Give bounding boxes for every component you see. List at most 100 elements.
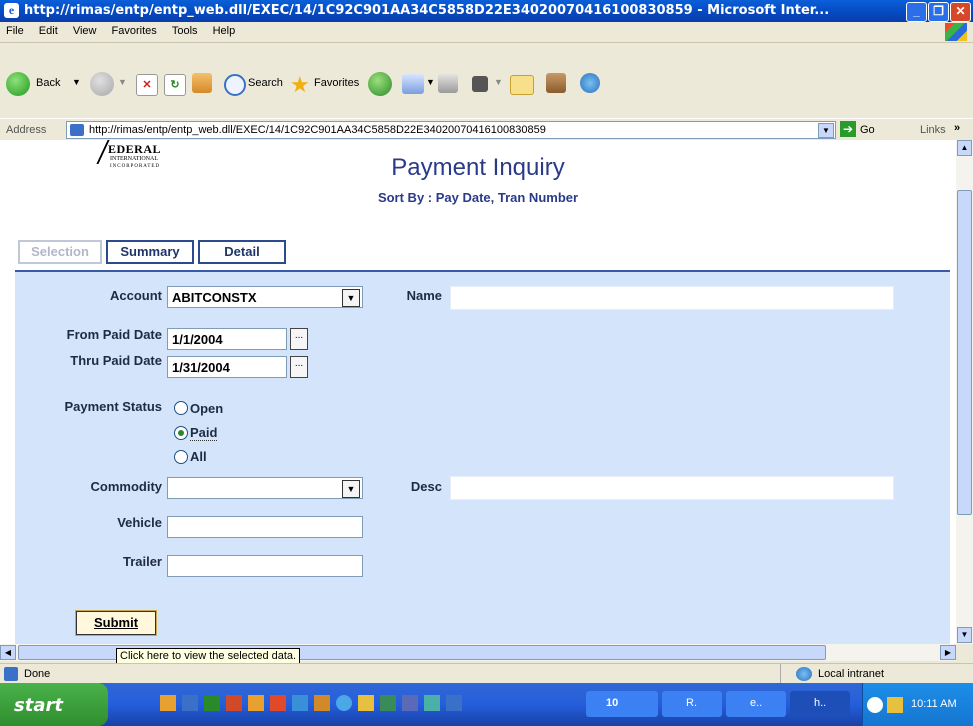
scroll-left-icon[interactable]: ◀ <box>0 645 16 660</box>
mail-dropdown-icon[interactable]: ▼ <box>426 77 435 87</box>
payment-status-label: Payment Status <box>64 399 162 414</box>
from-paid-date-input[interactable]: 1/1/2004 <box>167 328 287 350</box>
forward-dropdown-icon[interactable]: ▼ <box>118 77 127 87</box>
menu-favorites[interactable]: Favorites <box>106 22 163 37</box>
history-icon[interactable] <box>368 72 392 96</box>
task-button-2[interactable]: R. <box>662 691 722 717</box>
access-icon[interactable] <box>270 695 286 711</box>
vertical-scrollbar[interactable]: ▲ ▼ <box>956 140 973 644</box>
go-button[interactable]: Go <box>860 124 875 136</box>
tab-detail[interactable]: Detail <box>198 240 286 264</box>
commodity-select[interactable]: ▼ <box>167 477 363 499</box>
status-text: Done <box>24 668 51 680</box>
powerpoint-icon[interactable] <box>226 695 242 711</box>
name-field[interactable] <box>450 286 894 310</box>
chevron-down-icon[interactable]: ▼ <box>342 289 360 307</box>
back-label[interactable]: Back <box>36 77 60 89</box>
stop-icon[interactable]: ✕ <box>136 74 158 96</box>
close-button[interactable]: ✕ <box>950 2 971 22</box>
sort-by-text: Sort By : Pay Date, Tran Number <box>377 190 579 205</box>
tab-summary[interactable]: Summary <box>106 240 194 264</box>
task-button-3[interactable]: e.. <box>726 691 786 717</box>
scroll-thumb[interactable] <box>957 190 972 515</box>
messenger-icon[interactable] <box>580 73 600 93</box>
publisher-icon[interactable] <box>292 695 308 711</box>
scroll-right-icon[interactable]: ▶ <box>940 645 956 660</box>
toolbar: Back ▼ ▼ ✕ ↻ Search ★ Favorites ▼ ▼ <box>0 43 973 119</box>
thru-paid-date-input[interactable]: 1/31/2004 <box>167 356 287 378</box>
more-icon[interactable]: » <box>954 122 960 134</box>
search-label[interactable]: Search <box>248 77 283 89</box>
minimize-button[interactable]: _ <box>906 2 927 22</box>
menu-help[interactable]: Help <box>207 22 242 37</box>
menu-tools[interactable]: Tools <box>166 22 204 37</box>
favorites-icon[interactable]: ★ <box>290 72 310 98</box>
thru-paid-date-label: Thru Paid Date <box>70 353 162 368</box>
chevron-down-icon[interactable]: ▼ <box>342 480 360 498</box>
account-value: ABITCONSTX <box>172 290 257 305</box>
edit-dropdown-icon[interactable]: ▼ <box>494 77 503 87</box>
go-arrow-icon[interactable]: ➔ <box>840 121 856 137</box>
globe-icon[interactable] <box>336 695 352 711</box>
taskbar: start 10 R. e.. h.. 10:11 AM <box>0 683 973 726</box>
status-divider <box>780 664 781 684</box>
ie-icon[interactable] <box>446 695 462 711</box>
excel-icon[interactable] <box>204 695 220 711</box>
app-icon[interactable] <box>160 695 176 711</box>
favorites-label[interactable]: Favorites <box>314 77 359 89</box>
from-paid-date-label: From Paid Date <box>66 327 162 342</box>
from-date-picker-button[interactable]: ... <box>290 328 308 350</box>
status-open-radio[interactable] <box>174 401 188 415</box>
tray-icon[interactable] <box>887 697 903 713</box>
maximize-button[interactable]: ❐ <box>928 2 949 22</box>
chart-icon[interactable] <box>402 695 418 711</box>
window-title: http://rimas/entp/entp_web.dll/EXEC/14/1… <box>24 3 830 18</box>
thru-date-picker-button[interactable]: ... <box>290 356 308 378</box>
scroll-up-icon[interactable]: ▲ <box>957 140 972 156</box>
account-select[interactable]: ABITCONSTX ▼ <box>167 286 363 308</box>
links-button[interactable]: Links <box>920 124 946 136</box>
status-all-radio[interactable] <box>174 450 188 464</box>
print-icon[interactable] <box>438 73 458 93</box>
task-label: h.. <box>814 697 827 709</box>
task-button-4[interactable]: h.. <box>790 691 850 717</box>
vehicle-label: Vehicle <box>117 515 162 530</box>
home-icon[interactable] <box>192 73 212 93</box>
scroll-down-icon[interactable]: ▼ <box>957 627 972 643</box>
menu-edit[interactable]: Edit <box>33 22 64 37</box>
intranet-icon <box>796 667 812 681</box>
start-button[interactable]: start <box>0 683 108 726</box>
word-icon[interactable] <box>182 695 198 711</box>
outlook-icon[interactable] <box>248 695 264 711</box>
status-all-label: All <box>190 449 207 464</box>
task-button-1[interactable]: 10 <box>586 691 658 717</box>
search-icon[interactable] <box>224 74 246 96</box>
desc-field[interactable] <box>450 476 894 500</box>
scroll-corner <box>956 644 973 661</box>
back-dropdown-icon[interactable]: ▼ <box>72 77 81 87</box>
research-icon[interactable] <box>546 73 566 93</box>
trailer-input[interactable] <box>167 555 363 577</box>
vehicle-input[interactable] <box>167 516 363 538</box>
folder-icon[interactable] <box>510 75 534 95</box>
account-label: Account <box>110 288 162 303</box>
edit-icon[interactable] <box>472 76 488 92</box>
tray-arrow-icon[interactable] <box>867 697 883 713</box>
forward-icon[interactable] <box>90 72 114 96</box>
menu-file[interactable]: File <box>0 22 30 37</box>
submit-button[interactable]: Submit <box>75 610 157 636</box>
address-input[interactable]: http://rimas/entp/entp_web.dll/EXEC/14/1… <box>66 121 836 139</box>
menu-view[interactable]: View <box>67 22 103 37</box>
page-icon <box>70 124 84 136</box>
tool-icon[interactable] <box>314 695 330 711</box>
people-icon[interactable] <box>424 695 440 711</box>
explorer-icon[interactable] <box>358 695 374 711</box>
task-label: 10 <box>606 697 619 709</box>
address-dropdown-icon[interactable]: ▼ <box>818 123 834 138</box>
back-icon[interactable] <box>6 72 30 96</box>
tab-selection[interactable]: Selection <box>18 240 102 264</box>
mail-icon[interactable] <box>402 74 424 94</box>
refresh-icon[interactable]: ↻ <box>164 74 186 96</box>
messenger-icon[interactable] <box>380 695 396 711</box>
status-paid-radio[interactable] <box>174 426 188 440</box>
